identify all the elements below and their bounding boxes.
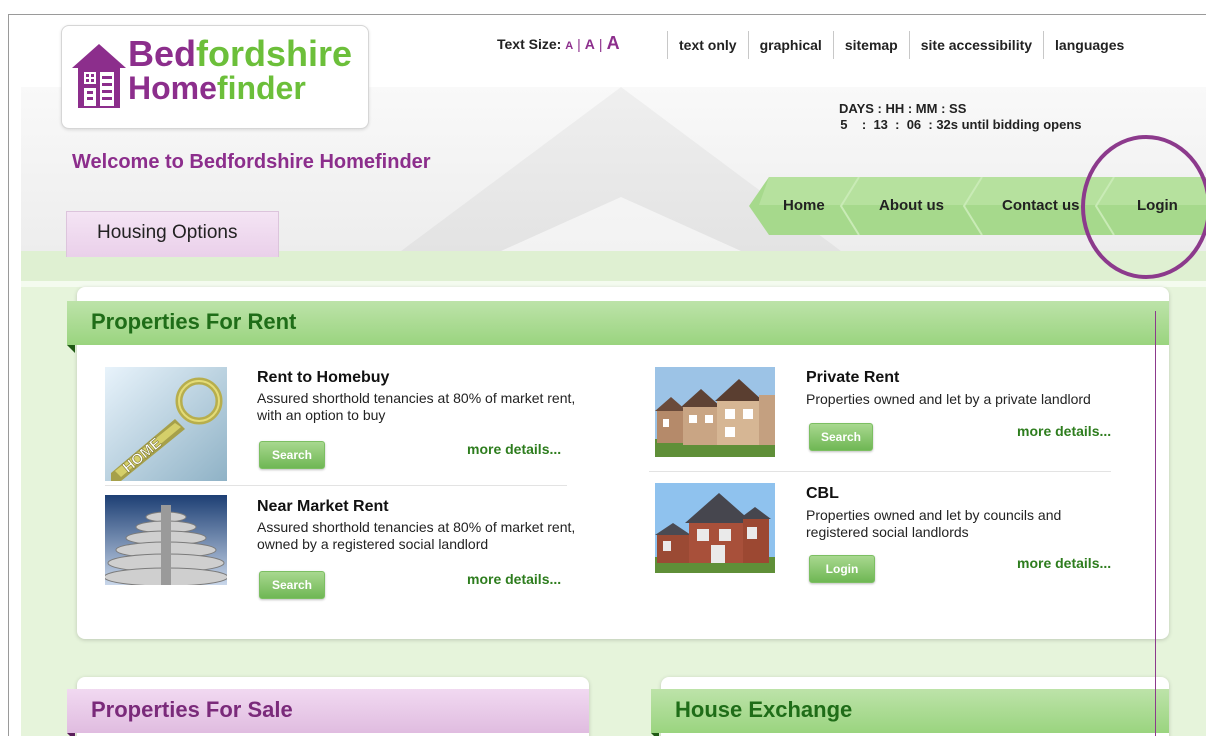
logo-text-line2: Homefinder: [128, 70, 306, 106]
welcome-heading: Welcome to Bedfordshire Homefinder: [72, 151, 431, 173]
countdown-values: 5 : 13 : 06 : 32s until bidding opens: [833, 117, 1082, 132]
login-highlight-circle: [1081, 135, 1206, 279]
rent-to-homebuy-search-button[interactable]: Search: [259, 441, 325, 469]
cbl-description: Properties owned and let by councils and…: [806, 507, 1062, 540]
link-sitemap[interactable]: sitemap: [832, 31, 909, 59]
countdown-header: DAYS : HH : MM : SS: [839, 101, 967, 116]
terraced-houses-image: [655, 367, 775, 457]
annotation-line: [1155, 311, 1156, 736]
nav-about-us[interactable]: About us: [879, 197, 944, 214]
utility-links: text only graphical sitemap site accessi…: [667, 31, 1135, 59]
key-image: HOME: [105, 367, 227, 481]
cbl-title: CBL: [806, 485, 839, 502]
heading-fold: [67, 345, 75, 353]
logo-text-line1: Bedfordshire: [128, 33, 353, 74]
link-site-accessibility[interactable]: site accessibility: [908, 31, 1043, 59]
near-market-rent-search-button[interactable]: Search: [259, 571, 325, 599]
header-decoration: [501, 197, 741, 251]
text-size-medium[interactable]: A: [585, 36, 595, 52]
rent-to-homebuy-more-details-link[interactable]: more details...: [467, 441, 561, 457]
link-languages[interactable]: languages: [1043, 31, 1135, 59]
tab-housing-options[interactable]: Housing Options: [66, 211, 279, 257]
private-rent-description: Properties owned and let by a private la…: [806, 391, 1091, 407]
private-rent-title: Private Rent: [806, 369, 900, 386]
text-size-large[interactable]: A: [607, 33, 620, 53]
tower-block-image: [105, 495, 227, 585]
brick-house-image: [655, 483, 775, 573]
text-size-label: Text Size:: [497, 36, 562, 52]
link-graphical[interactable]: graphical: [747, 31, 833, 59]
near-market-rent-title: Near Market Rent: [257, 498, 389, 515]
private-rent-more-details-link[interactable]: more details...: [1017, 423, 1111, 439]
text-size-separator: |: [598, 36, 603, 52]
text-size-small[interactable]: A: [565, 40, 573, 52]
nav-contact-us[interactable]: Contact us: [1002, 197, 1080, 214]
link-text-only[interactable]: text only: [667, 31, 748, 59]
house-logo-icon: [72, 44, 126, 108]
bidding-countdown: DAYS : HH : MM : SS 5 : 13 : 06 : 32s un…: [833, 101, 1082, 133]
cbl-more-details-link[interactable]: more details...: [1017, 555, 1111, 571]
near-market-rent-description: Assured shorthold tenancies at 80% of ma…: [257, 519, 576, 552]
item-divider: [105, 485, 567, 486]
text-size-separator: |: [577, 36, 581, 52]
text-size-control: Text Size: A | A | A: [497, 33, 620, 54]
rent-to-homebuy-description: Assured shorthold tenancies at 80% of ma…: [257, 390, 576, 423]
item-divider: [649, 471, 1111, 472]
private-rent-search-button[interactable]: Search: [809, 423, 873, 451]
near-market-rent-more-details-link[interactable]: more details...: [467, 571, 561, 587]
properties-for-rent-heading: Properties For Rent: [67, 301, 1169, 345]
nav-home[interactable]: Home: [783, 197, 825, 214]
cbl-login-button[interactable]: Login: [809, 555, 875, 583]
rent-to-homebuy-title: Rent to Homebuy: [257, 369, 390, 386]
house-exchange-heading: House Exchange: [651, 689, 1169, 733]
properties-for-sale-heading: Properties For Sale: [67, 689, 589, 733]
site-logo[interactable]: Bedfordshire Homefinder: [61, 25, 369, 129]
browser-page: Bedfordshire Homefinder Text Size: A | A | A…: [8, 14, 1206, 736]
